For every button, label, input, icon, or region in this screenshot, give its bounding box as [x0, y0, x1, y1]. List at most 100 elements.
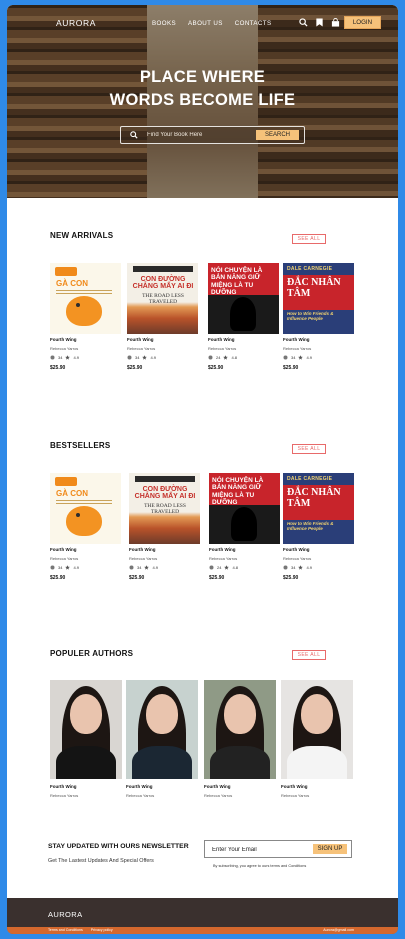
author-portrait[interactable]	[281, 680, 353, 779]
book-price: $25.90	[283, 365, 299, 371]
search-icon[interactable]	[299, 18, 308, 27]
author-name[interactable]: Fourth Wing	[204, 784, 276, 789]
nav-books[interactable]: BOOKS	[152, 20, 176, 27]
author-portrait[interactable]	[204, 680, 276, 779]
nav-about-us[interactable]: ABOUT US	[188, 20, 223, 27]
book-title[interactable]: Fourth Wing	[127, 337, 199, 342]
book-cover-image[interactable]: CON ĐƯỜNG CHẲNG MẤY AI ĐI THE ROAD LESS …	[129, 473, 200, 544]
comment-icon	[50, 355, 55, 360]
comment-icon	[50, 565, 55, 570]
comment-icon	[209, 565, 214, 570]
author-subtitle: Rebecca Yarros	[204, 793, 233, 798]
terms-link[interactable]: Terms and Conditions	[48, 928, 83, 932]
nav-contacts[interactable]: CONTACTS	[235, 20, 272, 27]
newsletter-form: SIGN UP	[204, 840, 352, 858]
book-cover-image[interactable]: NÓI CHUYỆN LÀ BẢN NĂNG GIỮ MIỆNG LÀ TU D…	[208, 263, 279, 334]
email-field[interactable]	[212, 845, 307, 854]
login-button[interactable]: LOGIN	[344, 16, 381, 29]
popular-authors-title: POPULER AUTHORS	[50, 649, 134, 658]
new-arrivals-see-all-button[interactable]: SEE ALL	[292, 234, 326, 244]
book-title[interactable]: Fourth Wing	[50, 337, 122, 342]
author-name[interactable]: Fourth Wing	[50, 784, 122, 789]
comment-icon	[283, 565, 288, 570]
author-card[interactable]: Fourth Wing Rebecca Yarros	[281, 680, 353, 798]
book-price: $25.90	[50, 365, 66, 371]
new-arrivals-title: NEW ARRIVALS	[50, 231, 114, 240]
privacy-link[interactable]: Privacy policy	[91, 928, 113, 932]
book-price: $25.90	[129, 575, 145, 581]
book-card[interactable]: GÀ CON Fourth Wing Rebecca Yarros 34 4.9…	[50, 473, 122, 581]
book-search-input[interactable]	[147, 130, 257, 140]
author-name[interactable]: Fourth Wing	[281, 784, 353, 789]
bookmark-icon[interactable]	[315, 18, 324, 27]
book-card[interactable]: CON ĐƯỜNG CHẲNG MẤY AI ĐI THE ROAD LESS …	[127, 263, 199, 371]
star-icon	[142, 355, 148, 360]
star-icon	[298, 355, 304, 360]
chick-illustration	[66, 296, 102, 326]
book-title[interactable]: Fourth Wing	[50, 547, 122, 552]
book-cover-image[interactable]: DALE CARNEGIE ĐẮC NHÂN TÂM How to Win Fr…	[283, 473, 354, 544]
book-cover-image[interactable]: NÓI CHUYỆN LÀ BẢN NĂNG GIỮ MIỆNG LÀ TU D…	[209, 473, 280, 544]
book-price: $25.90	[209, 575, 225, 581]
footer-bottom-bar: Terms and Conditions Privacy policy Auro…	[7, 927, 398, 934]
newsletter-terms-note: By subscribing, you agree to ours terms …	[213, 864, 307, 868]
book-author: Rebecca Yarros	[50, 556, 79, 561]
author-card[interactable]: Fourth Wing Rebecca Yarros	[50, 680, 122, 798]
footer: AURORA Terms and Conditions Privacy poli…	[7, 898, 398, 934]
newsletter-subtitle: Get The Lastest Updates And Special Offe…	[48, 858, 154, 864]
book-author: Rebecca Yarros	[127, 346, 156, 351]
sign-up-button[interactable]: SIGN UP	[313, 844, 347, 854]
book-cover-image[interactable]: GÀ CON	[50, 263, 121, 334]
author-subtitle: Rebecca Yarros	[126, 793, 155, 798]
book-meta: 34 4.9	[283, 565, 355, 570]
author-portrait[interactable]	[50, 680, 122, 779]
book-meta: 34 4.9	[50, 565, 122, 570]
book-price: $25.90	[208, 365, 224, 371]
book-author: Rebecca Yarros	[208, 346, 237, 351]
author-portrait[interactable]	[126, 680, 198, 779]
star-icon	[65, 355, 71, 360]
footer-brand[interactable]: AURORA	[48, 910, 83, 919]
star-icon	[144, 565, 150, 570]
book-title[interactable]: Fourth Wing	[283, 337, 355, 342]
newsletter-title: STAY UPDATED WITH OURS NEWSLETTER	[48, 843, 189, 850]
authors-see-all-button[interactable]: SEE ALL	[292, 650, 326, 660]
book-card[interactable]: NÓI CHUYỆN LÀ BẢN NĂNG GIỮ MIỆNG LÀ TU D…	[208, 263, 280, 371]
comment-icon	[283, 355, 288, 360]
book-cover-image[interactable]: GÀ CON	[50, 473, 121, 544]
author-card[interactable]: Fourth Wing Rebecca Yarros	[204, 680, 276, 798]
footer-email[interactable]: Aurora@gmail.com	[323, 928, 354, 932]
star-icon	[65, 565, 71, 570]
bestsellers-title: BESTSELLERS	[50, 441, 111, 450]
book-title[interactable]: Fourth Wing	[283, 547, 355, 552]
book-card[interactable]: NÓI CHUYỆN LÀ BẢN NĂNG GIỮ MIỆNG LÀ TU D…	[209, 473, 281, 581]
book-meta: 34 4.9	[283, 355, 355, 360]
book-card[interactable]: DALE CARNEGIE ĐẮC NHÂN TÂM How to Win Fr…	[283, 473, 355, 581]
book-title[interactable]: Fourth Wing	[209, 547, 281, 552]
brand-logo[interactable]: AURORA	[56, 18, 96, 28]
comment-icon	[129, 565, 134, 570]
author-card[interactable]: Fourth Wing Rebecca Yarros	[126, 680, 198, 798]
nav-links: BOOKS ABOUT US CONTACTS	[152, 20, 272, 27]
bestsellers-see-all-button[interactable]: SEE ALL	[292, 444, 326, 454]
author-subtitle: Rebecca Yarros	[50, 793, 79, 798]
book-price: $25.90	[127, 365, 143, 371]
book-title[interactable]: Fourth Wing	[208, 337, 280, 342]
book-meta: 34 4.9	[127, 355, 199, 360]
footer-links: Terms and Conditions Privacy policy	[48, 928, 113, 932]
page-frame: AURORA BOOKS ABOUT US CONTACTS LOGIN PLA…	[7, 5, 398, 934]
author-subtitle: Rebecca Yarros	[281, 793, 310, 798]
book-meta: 24 4.8	[208, 355, 280, 360]
book-cover-image[interactable]: DALE CARNEGIE ĐẮC NHÂN TÂM How to Win Fr…	[283, 263, 354, 334]
nav-icons	[299, 18, 340, 27]
search-icon	[130, 131, 138, 139]
book-card[interactable]: DALE CARNEGIE ĐẮC NHÂN TÂM How to Win Fr…	[283, 263, 355, 371]
author-name[interactable]: Fourth Wing	[126, 784, 198, 789]
book-cover-image[interactable]: CON ĐƯỜNG CHẲNG MẤY AI ĐI THE ROAD LESS …	[127, 263, 198, 334]
hero-banner: AURORA BOOKS ABOUT US CONTACTS LOGIN PLA…	[7, 5, 398, 198]
search-button[interactable]: SEARCH	[256, 130, 299, 140]
book-card[interactable]: CON ĐƯỜNG CHẲNG MẤY AI ĐI THE ROAD LESS …	[129, 473, 201, 581]
book-card[interactable]: GÀ CON Fourth Wing Rebecca Yarros 34 4.9…	[50, 263, 122, 371]
book-title[interactable]: Fourth Wing	[129, 547, 201, 552]
shopping-bag-icon[interactable]	[331, 18, 340, 27]
